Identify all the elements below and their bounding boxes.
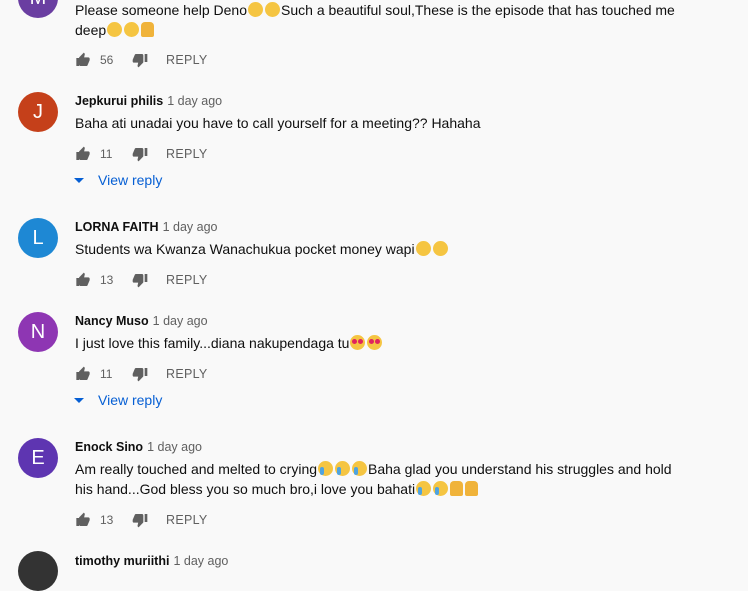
avatar[interactable]: N [18,312,58,352]
reply-button[interactable]: REPLY [166,513,208,527]
reply-button[interactable]: REPLY [166,53,208,67]
heart-eyes-emoji-icon [367,335,383,350]
avatar[interactable] [18,551,58,591]
comment-actions: 11 REPLY [75,364,208,384]
reply-button[interactable]: REPLY [166,147,208,161]
author-name[interactable]: LORNA FAITH [75,220,159,234]
comment-header: Enock Sino 1 day ago [75,439,202,454]
view-reply-button[interactable]: View reply [72,172,162,188]
smirk-emoji-icon [432,241,448,256]
comment-time[interactable]: 1 day ago [147,440,202,454]
comment-text: I just love this family...diana nakupend… [75,333,685,353]
reply-button[interactable]: REPLY [166,273,208,287]
comment-time[interactable]: 1 day ago [167,94,222,108]
like-count: 11 [100,147,113,161]
author-name[interactable]: Jepkurui philis [75,94,163,108]
comment-time[interactable]: 1 day ago [173,554,228,568]
crying-emoji-icon [318,461,334,476]
comment-text: Students wa Kwanza Wanachukua pocket mon… [75,239,685,259]
like-count: 56 [100,53,114,67]
thumb-up-icon[interactable] [75,52,91,68]
thumb-down-icon[interactable] [132,366,148,382]
avatar[interactable]: J [18,92,58,132]
thumb-up-icon[interactable] [75,512,91,528]
crying-emoji-icon [416,481,432,496]
sad-emoji-icon [107,22,123,37]
comment-text: Am really touched and melted to crying Ba… [75,461,672,497]
caret-down-icon [74,177,84,183]
comment-text: Please someone help Deno Such a beautiful… [75,2,675,38]
view-reply-button[interactable]: View reply [72,392,162,408]
thumb-up-icon[interactable] [75,146,91,162]
like-count: 13 [100,273,114,287]
thumb-down-icon[interactable] [132,272,148,288]
avatar[interactable]: E [18,438,58,478]
thumb-up-icon[interactable] [75,272,91,288]
caret-down-icon [74,397,84,403]
sad-emoji-icon [248,2,264,17]
author-name[interactable]: Enock Sino [75,440,143,454]
crying-emoji-icon [433,481,449,496]
comment-text: Baha ati unadai you have to call yoursel… [75,115,481,131]
sad-emoji-icon [124,22,140,37]
comment-header: timothy muriithi 1 day ago [75,553,228,568]
pray-emoji-icon [465,481,479,496]
thumb-down-icon[interactable] [132,512,148,528]
comment-actions: 11 REPLY [75,144,208,164]
view-reply-label: View reply [98,392,163,408]
comment-time[interactable]: 1 day ago [153,314,208,328]
thumb-up-icon[interactable] [75,366,91,382]
author-name[interactable]: timothy muriithi [75,554,169,568]
comment-actions: 13 REPLY [75,270,208,290]
smirk-emoji-icon [415,241,431,256]
pray-emoji-icon [450,481,464,496]
reply-button[interactable]: REPLY [166,367,208,381]
crying-emoji-icon [335,461,351,476]
view-reply-label: View reply [98,172,163,188]
avatar[interactable]: L [18,218,58,258]
sad-emoji-icon [265,2,281,17]
pray-emoji-icon [141,22,155,37]
crying-emoji-icon [352,461,368,476]
comment-header: Nancy Muso 1 day ago [75,313,208,328]
author-name[interactable]: Nancy Muso [75,314,149,328]
thumb-down-icon[interactable] [132,52,148,68]
comment-actions: 13 REPLY [75,510,208,530]
heart-eyes-emoji-icon [350,335,366,350]
comment-time[interactable]: 1 day ago [163,220,218,234]
comment-header: Jepkurui philis 1 day ago [75,93,222,108]
comment-actions: 56 REPLY [75,50,208,70]
thumb-down-icon[interactable] [132,146,148,162]
comment-header: LORNA FAITH 1 day ago [75,219,217,234]
like-count: 11 [100,367,113,381]
avatar[interactable]: M [18,0,58,18]
like-count: 13 [100,513,114,527]
